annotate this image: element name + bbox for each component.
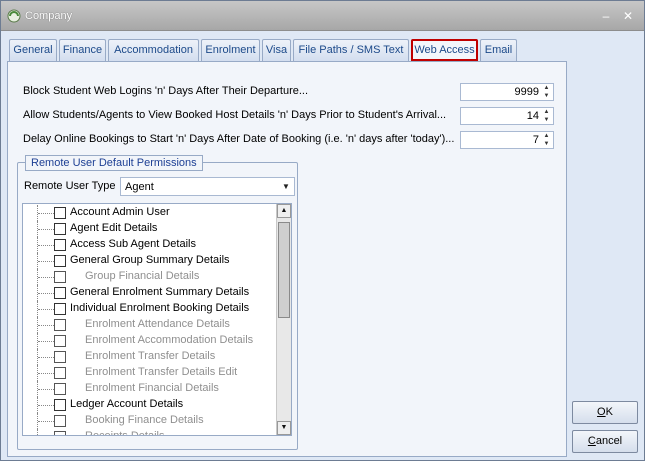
spin-down-icon[interactable]: ▼	[541, 116, 552, 124]
permission-label: Group Financial Details	[85, 270, 200, 282]
tree-item[interactable]: Group Financial Details	[23, 269, 275, 285]
permission-label: Enrolment Financial Details	[85, 382, 219, 394]
tree-item[interactable]: Booking Finance Details	[23, 413, 275, 429]
permission-checkbox[interactable]	[54, 319, 66, 331]
minimize-icon[interactable]: –	[599, 9, 613, 23]
tab-accommodation[interactable]: Accommodation	[108, 39, 199, 61]
ok-button[interactable]: OK	[572, 401, 638, 424]
delay-bookings-stepper[interactable]: 7 ▲ ▼	[460, 131, 554, 149]
permission-label: Enrolment Accommodation Details	[85, 334, 254, 346]
tree-item[interactable]: Account Admin User	[23, 205, 275, 221]
remote-user-permissions-group: Remote User Default Permissions Remote U…	[17, 155, 298, 450]
tree-item[interactable]: Ledger Account Details	[23, 397, 275, 413]
app-icon	[7, 9, 21, 23]
remote-user-type-label: Remote User Type	[24, 180, 116, 192]
tree-item[interactable]: Enrolment Attendance Details	[23, 317, 275, 333]
tree-item[interactable]: Receipts Details	[23, 429, 275, 436]
permission-label: Booking Finance Details	[85, 414, 204, 426]
permission-checkbox[interactable]	[54, 383, 66, 395]
permission-label: Enrolment Transfer Details	[85, 350, 216, 362]
block-logins-label: Block Student Web Logins 'n' Days After …	[23, 85, 309, 97]
permission-checkbox[interactable]	[54, 367, 66, 379]
view-host-value[interactable]: 14	[527, 110, 539, 122]
block-logins-value[interactable]: 9999	[515, 86, 539, 98]
tab-email[interactable]: Email	[480, 39, 517, 61]
permission-label: Access Sub Agent Details	[70, 238, 196, 250]
permission-label: Ledger Account Details	[70, 398, 184, 410]
scroll-thumb[interactable]	[278, 222, 290, 318]
permission-label: Receipts Details	[85, 430, 165, 436]
view-host-stepper[interactable]: 14 ▲ ▼	[460, 107, 554, 125]
spin-up-icon[interactable]: ▲	[541, 132, 552, 140]
permission-checkbox[interactable]	[54, 223, 66, 235]
permission-checkbox[interactable]	[54, 303, 66, 315]
permission-checkbox[interactable]	[54, 399, 66, 411]
tab-visa[interactable]: Visa	[262, 39, 291, 61]
tab-general[interactable]: General	[9, 39, 57, 61]
permission-checkbox[interactable]	[54, 255, 66, 267]
tree-item[interactable]: Individual Enrolment Booking Details	[23, 301, 275, 317]
permission-checkbox[interactable]	[54, 287, 66, 299]
permission-checkbox[interactable]	[54, 207, 66, 219]
tree-item[interactable]: Enrolment Accommodation Details	[23, 333, 275, 349]
permission-checkbox[interactable]	[54, 271, 66, 283]
group-title: Remote User Default Permissions	[25, 155, 203, 171]
delay-bookings-value[interactable]: 7	[533, 134, 539, 146]
tab-finance[interactable]: Finance	[59, 39, 106, 61]
permission-label: Account Admin User	[70, 206, 170, 218]
remote-user-type-value: Agent	[125, 181, 154, 193]
permission-checkbox[interactable]	[54, 335, 66, 347]
tree-item[interactable]: General Enrolment Summary Details	[23, 285, 275, 301]
permission-label: Individual Enrolment Booking Details	[70, 302, 250, 314]
permission-label: Enrolment Transfer Details Edit	[85, 366, 238, 378]
spin-up-icon[interactable]: ▲	[541, 84, 552, 92]
tab-web-access[interactable]: Web Access	[411, 39, 478, 61]
spin-down-icon[interactable]: ▼	[541, 140, 552, 148]
cancel-button[interactable]: Cancel	[572, 430, 638, 453]
spin-up-icon[interactable]: ▲	[541, 108, 552, 116]
view-host-label: Allow Students/Agents to View Booked Hos…	[23, 109, 447, 121]
permission-label: General Enrolment Summary Details	[70, 286, 250, 298]
tab-file-paths[interactable]: File Paths / SMS Text	[293, 39, 409, 61]
permission-checkbox[interactable]	[54, 415, 66, 427]
tree-item[interactable]: Access Sub Agent Details	[23, 237, 275, 253]
remote-user-type-select[interactable]: Agent ▼	[120, 177, 295, 196]
permission-label: Enrolment Attendance Details	[85, 318, 230, 330]
title-bar[interactable]: Company – ✕	[1, 1, 644, 31]
tree-item[interactable]: General Group Summary Details	[23, 253, 275, 269]
web-access-panel: Block Student Web Logins 'n' Days After …	[7, 61, 567, 457]
company-dialog: Company – ✕ General Finance Accommodatio…	[0, 0, 645, 461]
permission-checkbox[interactable]	[54, 239, 66, 251]
scroll-up-icon[interactable]: ▲	[277, 204, 291, 218]
permission-checkbox[interactable]	[54, 351, 66, 363]
close-icon[interactable]: ✕	[621, 9, 635, 23]
tab-strip: General Finance Accommodation Enrolment …	[9, 39, 629, 61]
permissions-tree[interactable]: Receipts Details Booking Finance Details L…	[22, 203, 292, 436]
delay-bookings-label: Delay Online Bookings to Start 'n' Days …	[23, 133, 455, 145]
tree-item[interactable]: Enrolment Financial Details	[23, 381, 275, 397]
scroll-down-icon[interactable]: ▼	[277, 421, 291, 435]
permission-label: General Group Summary Details	[70, 254, 230, 266]
permission-label: Agent Edit Details	[70, 222, 158, 234]
tab-enrolment[interactable]: Enrolment	[201, 39, 260, 61]
block-logins-stepper[interactable]: 9999 ▲ ▼	[460, 83, 554, 101]
window-title: Company	[25, 10, 73, 22]
spin-down-icon[interactable]: ▼	[541, 92, 552, 100]
tree-item[interactable]: Agent Edit Details	[23, 221, 275, 237]
tree-scrollbar[interactable]: ▲ ▼	[276, 204, 291, 435]
permission-checkbox[interactable]	[54, 431, 66, 435]
tree-item[interactable]: Enrolment Transfer Details	[23, 349, 275, 365]
chevron-down-icon[interactable]: ▼	[278, 178, 294, 195]
tree-item[interactable]: Enrolment Transfer Details Edit	[23, 365, 275, 381]
